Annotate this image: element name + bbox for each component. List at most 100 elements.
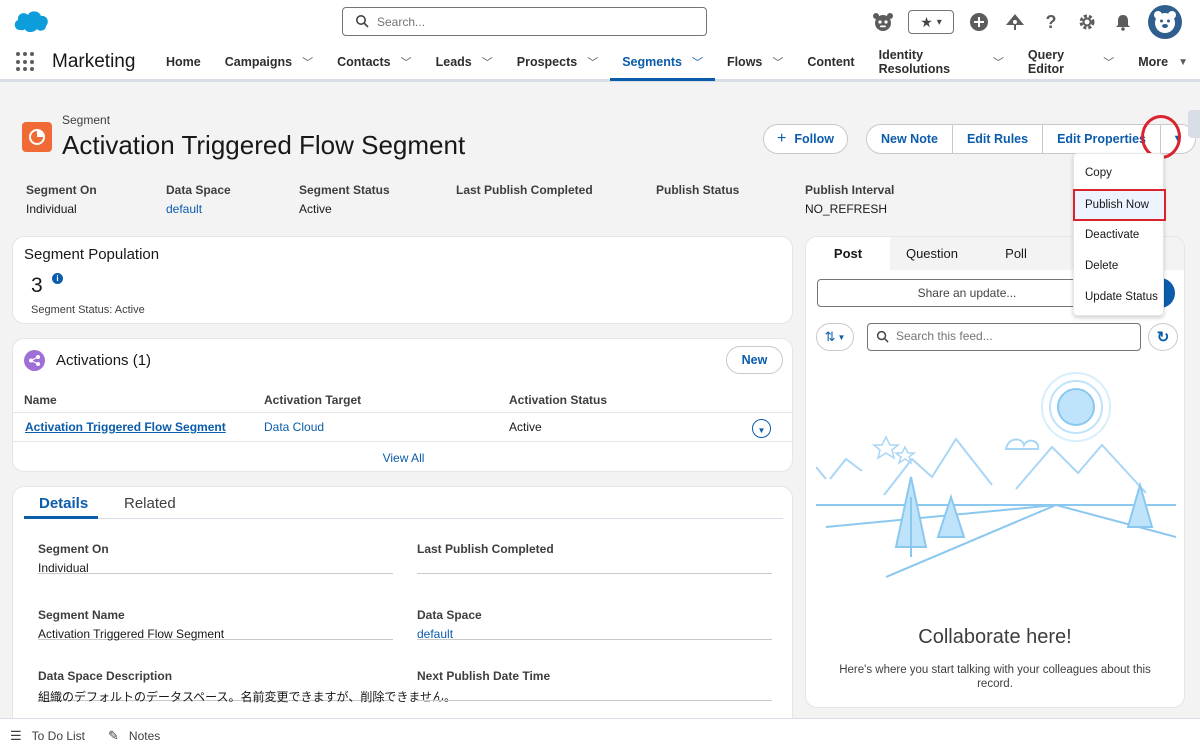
empty-feed-illustration [816, 372, 1176, 578]
nav-tab-content[interactable]: Content [795, 44, 866, 80]
menu-item-copy[interactable]: Copy [1074, 160, 1163, 186]
utility-notes[interactable]: ✎ Notes [108, 728, 160, 744]
chevron-down-icon[interactable]: ﹀ [692, 54, 703, 70]
chevron-down-icon[interactable]: ﹀ [482, 54, 493, 70]
chevron-down-icon[interactable]: ﹀ [302, 54, 313, 70]
salesforce-logo-icon[interactable] [12, 8, 50, 34]
utility-label: To Do List [31, 729, 86, 743]
field-value: Activation Triggered Flow Segment [38, 627, 225, 641]
sort-feed-button[interactable]: ⇅ ▼ [816, 323, 854, 351]
nav-tab-contacts[interactable]: Contacts ﹀ [325, 44, 423, 80]
data-space-link[interactable]: default [166, 202, 231, 216]
refresh-feed-button[interactable]: ↻ [1148, 323, 1178, 351]
empty-feed-text: Here's where you start talking with your… [839, 664, 1151, 690]
activation-status: Active [509, 420, 542, 434]
row-actions-icon[interactable]: ▼ [752, 419, 771, 438]
column-header-activation-target[interactable]: Activation Target [264, 393, 361, 407]
add-icon[interactable] [968, 11, 990, 33]
favorites-dropdown-icon[interactable]: ▾ [937, 17, 942, 28]
setup-gear-icon[interactable] [1076, 11, 1098, 33]
nav-tab-label: Segments [622, 55, 682, 69]
activation-icon [24, 350, 45, 371]
nav-tab-leads[interactable]: Leads ﹀ [424, 44, 505, 80]
nav-tab-flows[interactable]: Flows ﹀ [715, 44, 795, 80]
help-icon[interactable]: ? [1040, 11, 1062, 33]
nav-tab-identity-resolutions[interactable]: Identity Resolutions ﹀ [867, 44, 1016, 80]
more-actions-menu: Copy Publish Now Deactivate Delete Updat… [1073, 153, 1166, 316]
chevron-down-icon[interactable]: ﹀ [587, 54, 598, 70]
favorites-star-icon[interactable]: ★ [920, 14, 933, 31]
table-row: Activation Triggered Flow Segment Data C… [13, 414, 794, 442]
field-label: Data Space Description [38, 669, 173, 683]
app-navigation-bar: Marketing Home Campaigns ﹀ Contacts ﹀ Lead… [0, 44, 1200, 82]
feed-search-input[interactable] [896, 329, 1136, 343]
user-avatar[interactable] [1148, 5, 1182, 39]
chevron-down-icon[interactable]: ﹀ [1103, 54, 1114, 70]
population-status: Segment Status: Active [31, 304, 145, 316]
field-label: Last Publish Completed [417, 542, 554, 556]
field-value: Active [299, 202, 332, 216]
list-icon: ☰ [10, 728, 22, 743]
feed-search[interactable] [867, 323, 1141, 351]
nav-tab-segments[interactable]: Segments ﹀ [610, 44, 715, 81]
nav-tab-query-editor[interactable]: Query Editor ﹀ [1016, 44, 1126, 80]
chevron-down-icon[interactable]: ﹀ [993, 54, 1004, 70]
column-header-name[interactable]: Name [24, 393, 57, 407]
nav-tab-home[interactable]: Home [154, 44, 213, 80]
record-title: Activation Triggered Flow Segment [62, 130, 466, 160]
astro-icon[interactable] [872, 11, 894, 33]
segment-population-card: Segment Population 3 i Segment Status: A… [12, 236, 793, 324]
tab-post[interactable]: Post [806, 237, 890, 270]
nav-tab-label: Leads [435, 55, 472, 69]
utility-todo-list[interactable]: ☰ To Do List [10, 728, 85, 744]
follow-button-label: Follow [794, 132, 834, 146]
nav-tab-prospects[interactable]: Prospects ﹀ [505, 44, 610, 80]
edit-rules-button[interactable]: Edit Rules [953, 125, 1044, 153]
table-header: Name Activation Target Activation Status [13, 387, 794, 413]
tab-poll[interactable]: Poll [974, 237, 1058, 270]
notifications-bell-icon[interactable] [1112, 11, 1134, 33]
menu-item-publish-now[interactable]: Publish Now [1073, 189, 1166, 221]
chevron-down-icon[interactable]: ﹀ [401, 54, 412, 70]
active-tab-indicator [24, 516, 98, 519]
tab-related[interactable]: Related [124, 495, 176, 512]
menu-item-deactivate[interactable]: Deactivate [1074, 222, 1163, 248]
field-label: Next Publish Date Time [417, 669, 551, 683]
detail-field-segment-name: Segment Name Activation Triggered Flow S… [38, 608, 393, 641]
activation-target-link[interactable]: Data Cloud [264, 420, 324, 434]
detail-field-segment-on: Segment On Individual [38, 542, 393, 575]
global-search[interactable] [342, 7, 707, 36]
caret-down-icon[interactable]: ▼ [1178, 57, 1188, 68]
share-update-input[interactable]: Share an update... [817, 279, 1117, 307]
new-note-button[interactable]: New Note [867, 125, 953, 153]
info-icon[interactable]: i [52, 273, 63, 284]
menu-item-delete[interactable]: Delete [1074, 253, 1163, 279]
detail-field-data-space-description: Data Space Description 組織のデフォルトのデータスペース。… [38, 669, 456, 704]
field-label: Segment On [38, 542, 109, 556]
caret-down-icon: ▼ [837, 332, 846, 342]
column-header-activation-status[interactable]: Activation Status [509, 393, 607, 407]
field-label: Segment Name [38, 608, 125, 622]
data-space-link[interactable]: default [417, 627, 772, 641]
nav-tab-label: Identity Resolutions [878, 48, 951, 76]
follow-button[interactable]: + Follow [763, 124, 848, 154]
field-label: Data Space [417, 608, 482, 622]
card-title: Segment Population [24, 246, 160, 263]
app-launcher-icon[interactable] [16, 52, 36, 72]
new-activation-button[interactable]: New [726, 346, 783, 374]
favorites-group[interactable]: ★ ▾ [908, 10, 954, 34]
nav-tab-more[interactable]: More ▼ [1126, 44, 1200, 80]
global-search-input[interactable] [377, 12, 697, 32]
tab-details[interactable]: Details [39, 495, 88, 512]
tab-question[interactable]: Question [890, 237, 974, 270]
nav-tab-campaigns[interactable]: Campaigns ﹀ [213, 44, 325, 80]
trailhead-icon[interactable] [1004, 11, 1026, 33]
chevron-down-icon[interactable]: ﹀ [772, 54, 783, 70]
activations-card: Activations (1) New Name Activation Targ… [12, 338, 794, 472]
field-label: Segment On [26, 183, 97, 197]
menu-item-update-status[interactable]: Update Status [1074, 284, 1163, 310]
side-panel-toggle[interactable] [1188, 110, 1200, 138]
activation-name-link[interactable]: Activation Triggered Flow Segment [25, 420, 226, 434]
highlight-field-segment-status: Segment Status Active [299, 183, 390, 216]
view-all-link[interactable]: View All [13, 451, 794, 465]
